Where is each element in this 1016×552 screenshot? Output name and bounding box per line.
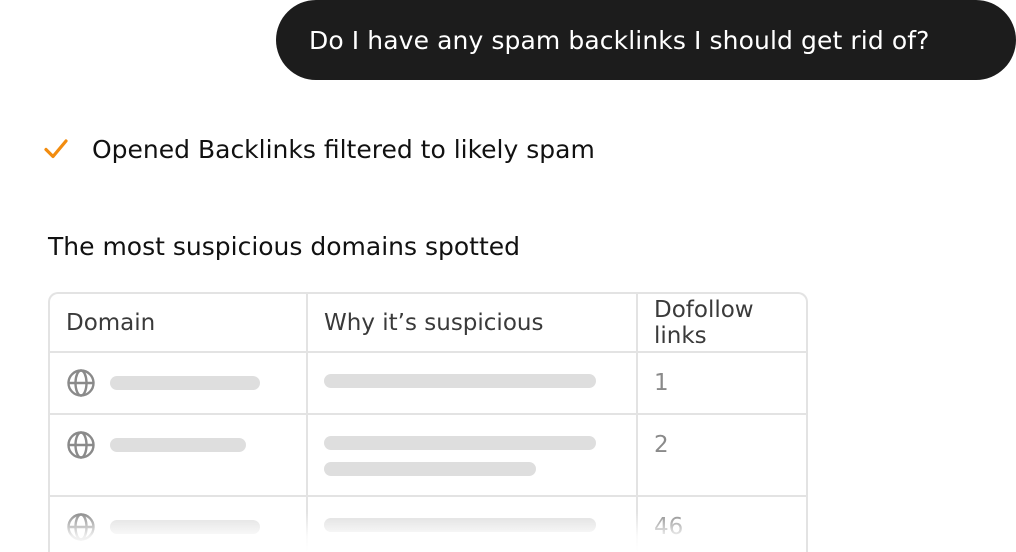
why-cell — [307, 496, 638, 552]
user-message-text: Do I have any spam backlinks I should ge… — [309, 25, 930, 55]
dofollow-count: 2 — [637, 414, 806, 497]
why-cell — [307, 352, 638, 415]
domain-cell — [50, 414, 308, 497]
suspicious-domains-table: Domain Why it’s suspicious Dofollow link… — [48, 292, 808, 552]
dofollow-count: 1 — [637, 352, 806, 415]
why-cell — [307, 414, 638, 497]
table-row: 1 — [50, 352, 806, 415]
tool-status-row: Opened Backlinks filtered to likely spam — [42, 130, 595, 168]
why-skeleton — [324, 462, 536, 476]
user-message-bubble: Do I have any spam backlinks I should ge… — [276, 0, 1016, 80]
domain-skeleton — [110, 376, 260, 390]
domain-skeleton — [110, 520, 260, 534]
table-header-row: Domain Why it’s suspicious Dofollow link… — [50, 294, 806, 353]
table-row: 46 — [50, 496, 806, 552]
column-header-domain: Domain — [50, 294, 308, 353]
domain-cell — [50, 496, 308, 552]
domain-cell — [50, 352, 308, 415]
why-skeleton — [324, 436, 596, 450]
domain-skeleton — [110, 438, 246, 452]
table-row: 2 — [50, 414, 806, 497]
why-skeleton — [324, 518, 596, 532]
section-title: The most suspicious domains spotted — [48, 232, 521, 261]
why-skeleton — [324, 374, 596, 388]
check-icon — [44, 139, 68, 159]
column-header-why: Why it’s suspicious — [307, 294, 638, 353]
column-header-dofollow: Dofollow links — [637, 294, 806, 353]
globe-icon — [67, 431, 95, 459]
tool-status-text: Opened Backlinks filtered to likely spam — [92, 134, 595, 164]
globe-icon — [67, 513, 95, 541]
globe-icon — [67, 369, 95, 397]
dofollow-count: 46 — [637, 496, 806, 552]
